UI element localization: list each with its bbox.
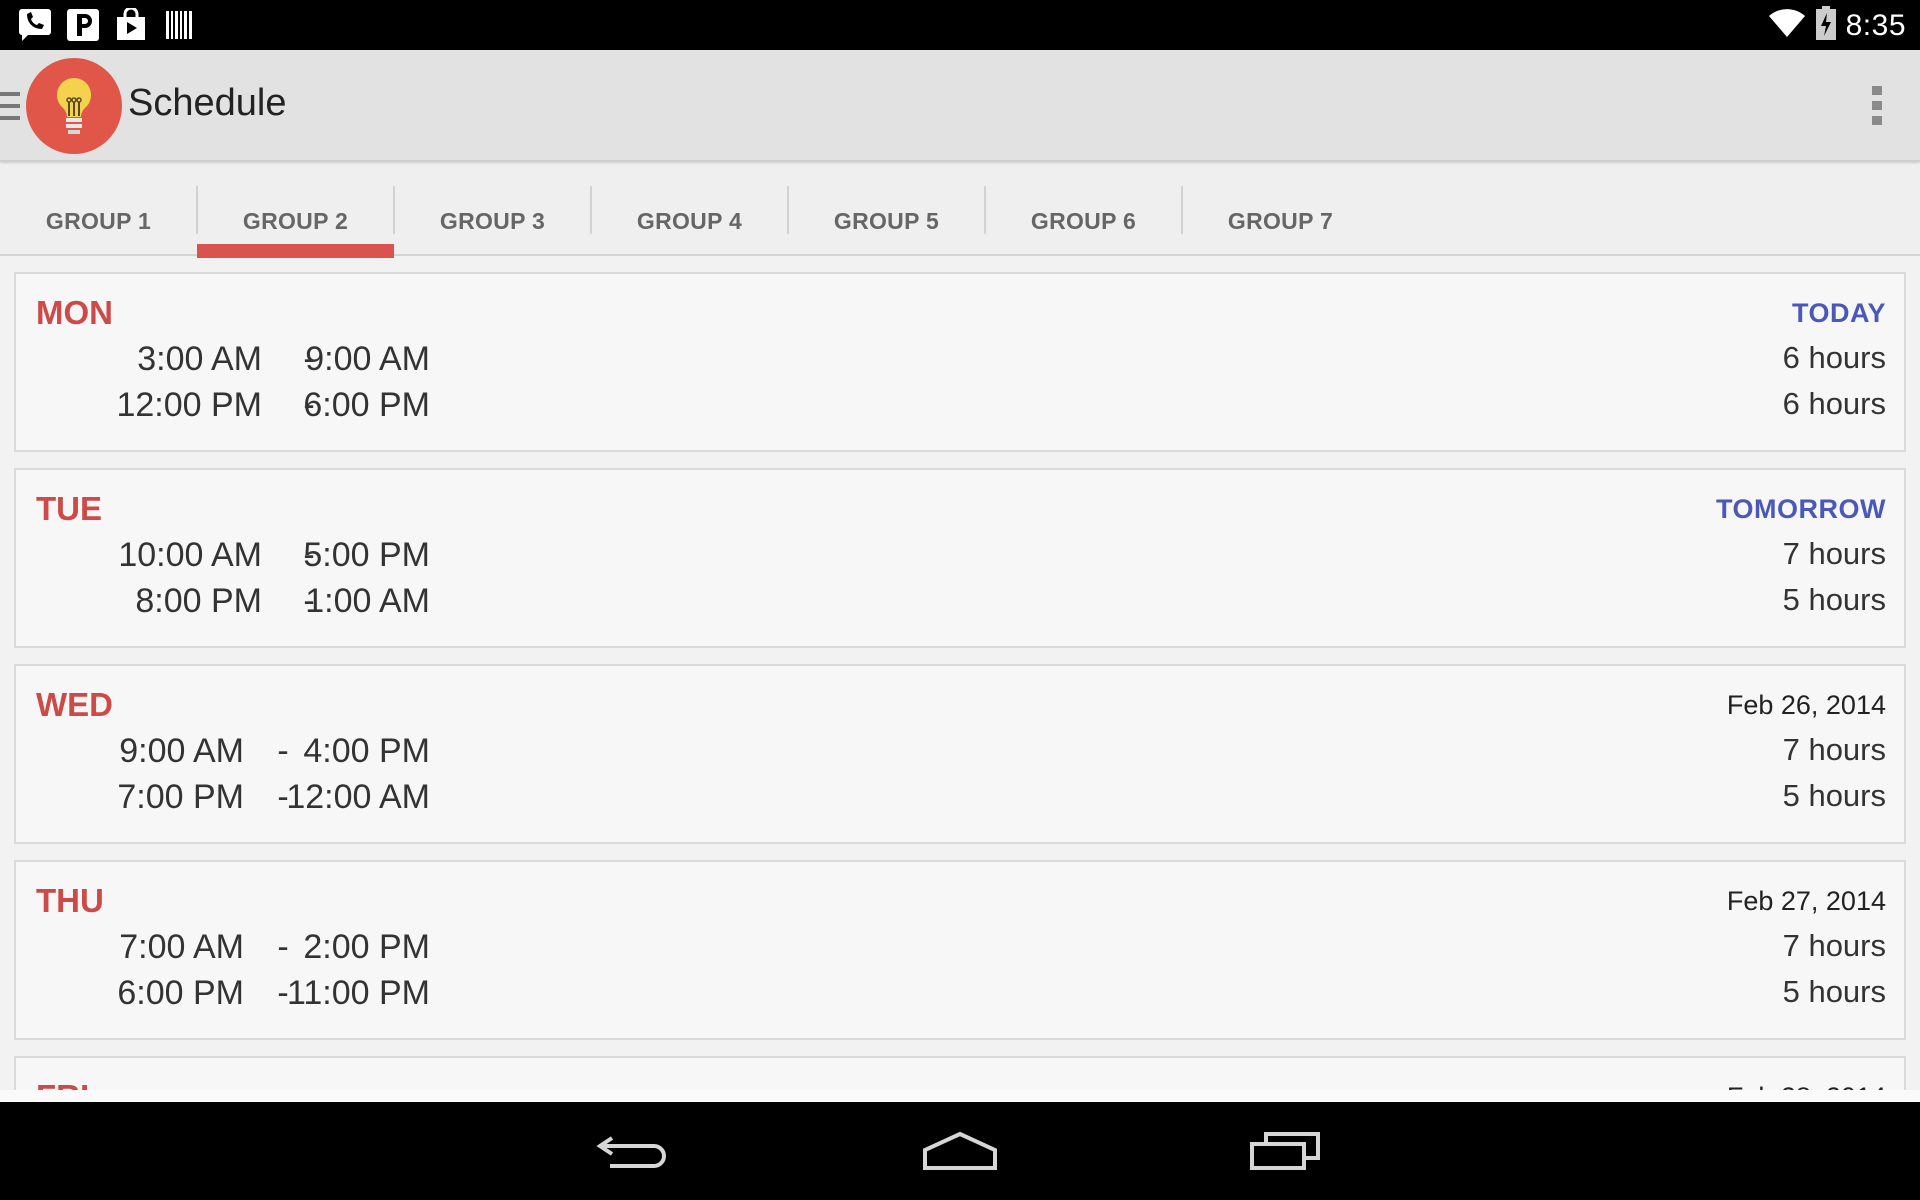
- day-label: TOMORROW: [1716, 494, 1886, 524]
- shift-start: 9:00 AM: [119, 732, 244, 770]
- home-icon[interactable]: [917, 1122, 1003, 1178]
- navigation-bar: [0, 1102, 1920, 1200]
- day-card-mon[interactable]: MON TODAY 3:00 AM - 9:00 AM 6 hours 12:0…: [14, 272, 1906, 452]
- tab-bar: GROUP 1 GROUP 2 GROUP 3 GROUP 4 GROUP 5 …: [0, 164, 1920, 258]
- day-label: Feb 26, 2014: [1726, 690, 1886, 720]
- tab-group-7[interactable]: GROUP 7: [1182, 186, 1379, 256]
- shift-end: 11:00 PM: [286, 974, 430, 1012]
- tab-group-4[interactable]: GROUP 4: [591, 186, 788, 256]
- schedule-list[interactable]: MON TODAY 3:00 AM - 9:00 AM 6 hours 12:0…: [0, 258, 1920, 1090]
- shift-end: 9:00 AM: [305, 340, 430, 378]
- tab-label: GROUP 6: [1030, 208, 1137, 234]
- shift-duration: 5 hours: [1782, 582, 1886, 617]
- shift-end: 1:00 AM: [305, 582, 430, 620]
- shift-duration: 5 hours: [1782, 974, 1886, 1009]
- shift-row: 3:00 AM - 9:00 AM 6 hours: [16, 340, 1904, 386]
- recent-apps-icon[interactable]: [1242, 1122, 1328, 1178]
- day-card-wed[interactable]: WED Feb 26, 2014 9:00 AM - 4:00 PM 7 hou…: [14, 664, 1906, 844]
- day-name: MON: [36, 294, 113, 331]
- app-logo[interactable]: [26, 58, 122, 154]
- shift-row: 8:00 PM - 1:00 AM 5 hours: [16, 582, 1904, 628]
- day-label: Feb 27, 2014: [1726, 886, 1886, 916]
- tab-label: GROUP 4: [636, 208, 743, 234]
- list-bottom-edge: [0, 1090, 1920, 1102]
- day-name: WED: [36, 686, 113, 723]
- shift-start: 8:00 PM: [135, 582, 262, 620]
- shift-row: 10:00 AM - 5:00 PM 7 hours: [16, 536, 1904, 582]
- overflow-menu-icon[interactable]: [1870, 84, 1884, 128]
- action-bar: Schedule: [0, 50, 1920, 162]
- shift-end: 2:00 PM: [303, 928, 430, 966]
- phone-voicemail-icon: [18, 8, 52, 42]
- tab-divider: [1181, 186, 1183, 234]
- day-card-thu[interactable]: THU Feb 27, 2014 7:00 AM - 2:00 PM 7 hou…: [14, 860, 1906, 1040]
- shift-duration: 6 hours: [1782, 340, 1886, 375]
- day-name: THU: [36, 882, 104, 919]
- day-name: FRI: [36, 1078, 89, 1090]
- status-clock: 8:35: [1845, 8, 1906, 42]
- tab-label: GROUP 3: [439, 208, 546, 234]
- shift-row: 7:00 PM - 12:00 AM 5 hours: [16, 778, 1904, 824]
- system-icons: 8:35: [1768, 6, 1906, 45]
- shift-row: 7:00 AM - 2:00 PM 7 hours: [16, 928, 1904, 974]
- day-label: Feb 28, 2014: [1727, 1082, 1886, 1090]
- tab-group-5[interactable]: GROUP 5: [788, 186, 985, 256]
- shift-separator: -: [277, 732, 289, 770]
- parking-p-icon: [66, 8, 100, 42]
- day-card-tue[interactable]: TUE TOMORROW 10:00 AM - 5:00 PM 7 hours …: [14, 468, 1906, 648]
- shift-duration: 7 hours: [1782, 732, 1886, 767]
- shift-end: 5:00 PM: [303, 536, 430, 574]
- tab-group-1[interactable]: GROUP 1: [0, 186, 197, 256]
- shift-separator: -: [277, 928, 289, 966]
- shift-start: 7:00 AM: [119, 928, 244, 966]
- shift-end: 12:00 AM: [286, 778, 430, 816]
- tab-divider: [590, 186, 592, 234]
- tab-divider: [393, 186, 395, 234]
- shift-row: 12:00 PM - 6:00 PM 6 hours: [16, 386, 1904, 432]
- lightbulb-icon: [26, 77, 122, 158]
- play-store-icon: [114, 6, 148, 42]
- tab-group-3[interactable]: GROUP 3: [394, 186, 591, 256]
- shift-duration: 6 hours: [1782, 386, 1886, 421]
- tab-label: GROUP 2: [242, 208, 349, 234]
- shift-row: 9:00 AM - 4:00 PM 7 hours: [16, 732, 1904, 778]
- shift-end: 4:00 PM: [303, 732, 430, 770]
- shift-start: 12:00 PM: [116, 386, 262, 424]
- active-tab-indicator: [197, 244, 394, 258]
- shift-duration: 7 hours: [1782, 928, 1886, 963]
- shift-start: 7:00 PM: [117, 778, 244, 816]
- tab-group-6[interactable]: GROUP 6: [985, 186, 1182, 256]
- barcode-icon: [162, 8, 196, 42]
- tab-divider: [984, 186, 986, 234]
- back-icon[interactable]: [592, 1122, 678, 1178]
- day-card-fri[interactable]: FRI Feb 28, 2014: [14, 1056, 1906, 1090]
- shift-row: 6:00 PM - 11:00 PM 5 hours: [16, 974, 1904, 1020]
- shift-start: 6:00 PM: [117, 974, 244, 1012]
- status-bar: 8:35: [0, 0, 1920, 50]
- day-name: TUE: [36, 490, 102, 527]
- wifi-icon: [1768, 7, 1806, 44]
- battery-charging-icon: [1815, 6, 1836, 45]
- drawer-icon[interactable]: [0, 90, 20, 122]
- tab-divider: [787, 186, 789, 234]
- tab-label: GROUP 1: [45, 208, 152, 234]
- shift-end: 6:00 PM: [303, 386, 430, 424]
- tab-group-2[interactable]: GROUP 2: [197, 186, 394, 258]
- shift-start: 10:00 AM: [118, 536, 262, 574]
- shift-start: 3:00 AM: [137, 340, 262, 378]
- day-label: TODAY: [1791, 298, 1886, 328]
- notification-icons: [18, 6, 196, 42]
- tab-label: GROUP 7: [1227, 208, 1334, 234]
- shift-duration: 5 hours: [1782, 778, 1886, 813]
- tab-divider: [196, 186, 198, 234]
- shift-duration: 7 hours: [1782, 536, 1886, 571]
- tab-label: GROUP 5: [833, 208, 940, 234]
- app-title: Schedule: [128, 82, 287, 124]
